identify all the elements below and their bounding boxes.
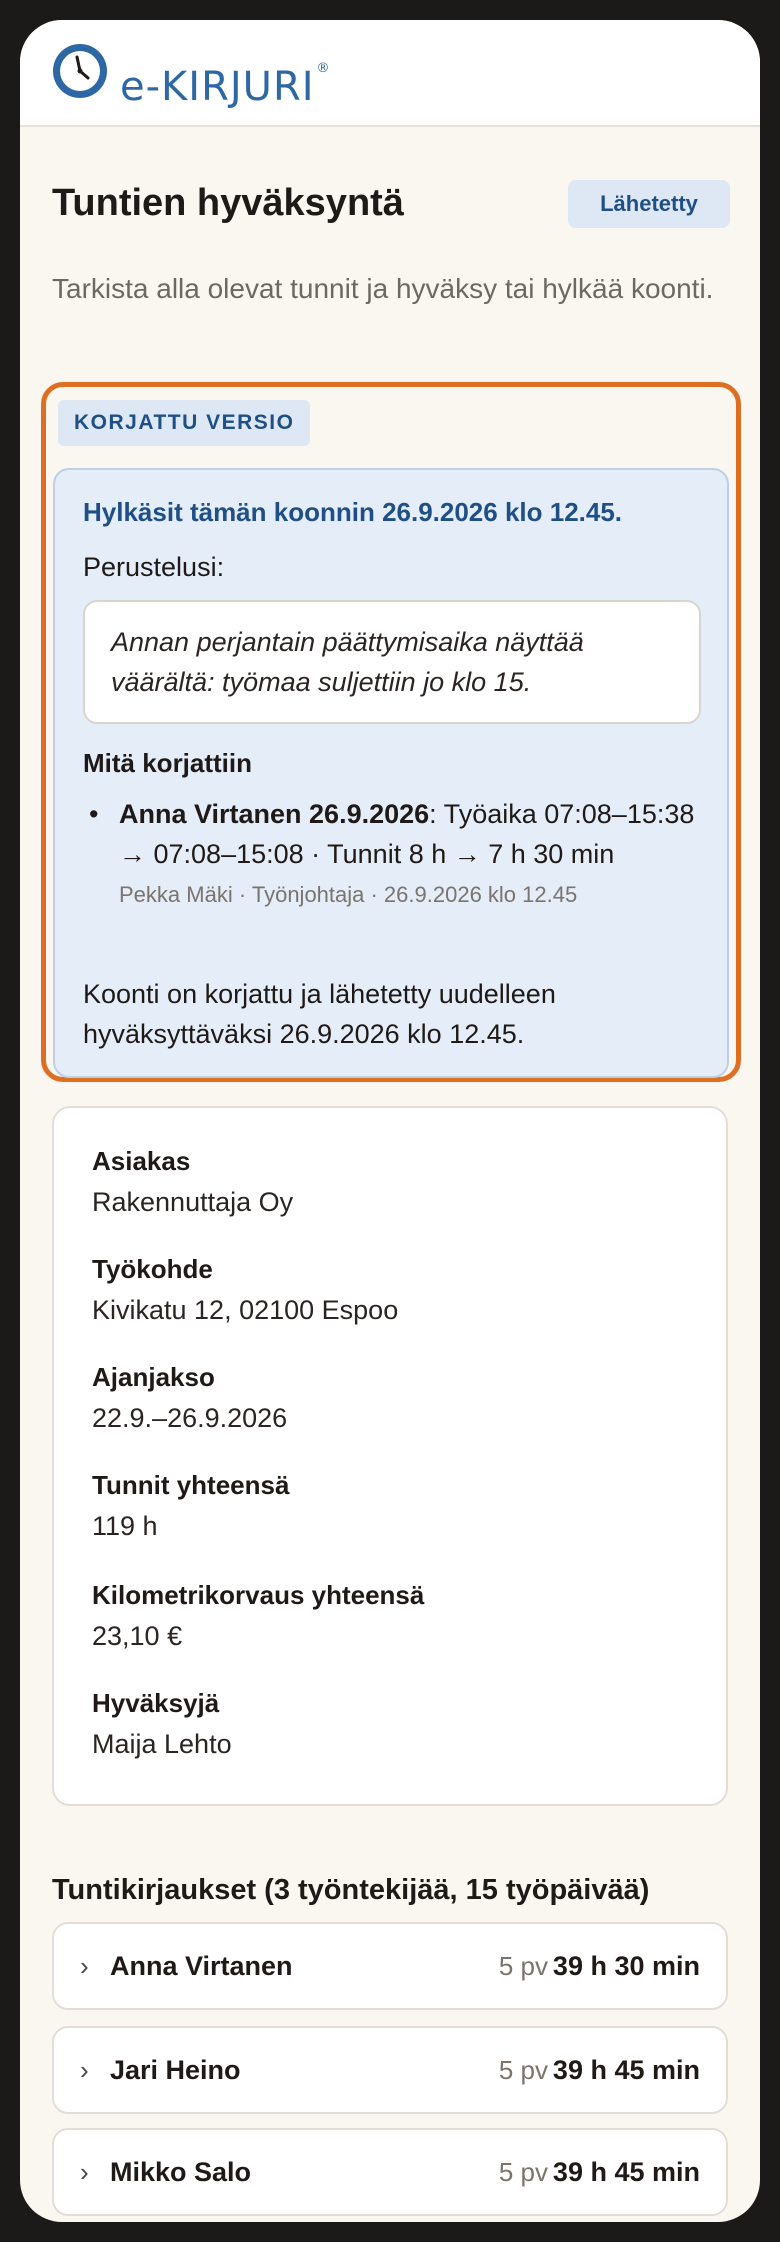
rejection-card: Hylkäsit tämän koonnin 26.9.2026 klo 12.… xyxy=(53,468,729,1078)
worker-days: 5 pv xyxy=(498,2157,548,2187)
worker-days: 5 pv xyxy=(498,2055,548,2085)
worker-row-mikko-salo[interactable]: › Mikko Salo 5 pv 39 h 45 min xyxy=(52,2128,728,2216)
fix-item: • Anna Virtanen 26.9.2026: Työaika 07:08… xyxy=(83,794,703,912)
clock-logo-icon xyxy=(53,44,107,98)
worker-row-anna-virtanen[interactable]: › Anna Virtanen 5 pv 39 h 30 min xyxy=(52,1922,728,2010)
fixes-list: • Anna Virtanen 26.9.2026: Työaika 07:08… xyxy=(83,794,703,912)
info-worksite: Työkohde Kivikatu 12, 02100 Espoo xyxy=(92,1252,692,1330)
device-frame: e-KIRJURI ® Tuntien hyväksyntä Lähetetty … xyxy=(0,0,780,2242)
reason-label: Perustelusi: xyxy=(83,552,225,582)
info-label: Tunnit yhteensä xyxy=(92,1470,290,1500)
info-label: Hyväksyjä xyxy=(92,1688,220,1718)
corrected-version-panel: KORJATTU VERSIO Hylkäsit tämän koonnin 2… xyxy=(41,382,741,1082)
info-value: Maija Lehto xyxy=(92,1729,232,1759)
info-value: Rakennuttaja Oy xyxy=(92,1187,294,1217)
fix-name-date: Anna Virtanen 26.9.2026 xyxy=(119,799,430,829)
info-label: Kilometrikorvaus yhteensä xyxy=(92,1580,425,1610)
fix-meta: Pekka Mäki · Työnjohtaja · 26.9.2026 klo… xyxy=(119,882,578,907)
info-label: Ajanjakso xyxy=(92,1362,215,1392)
worker-name: Jari Heino xyxy=(110,2055,241,2085)
worker-hours: 39 h 45 min xyxy=(552,2055,700,2085)
logo-wordmark: e-KIRJURI xyxy=(120,64,315,110)
corrected-version-tag: KORJATTU VERSIO xyxy=(58,400,311,446)
worker-days: 5 pv xyxy=(498,1951,548,1981)
info-value: 22.9.–26.9.2026 xyxy=(92,1403,288,1433)
info-approver: Hyväksyjä Maija Lehto xyxy=(92,1686,692,1764)
app-header: e-KIRJURI ® xyxy=(20,20,760,127)
info-value: 119 h xyxy=(92,1511,158,1541)
worker-hours: 39 h 30 min xyxy=(552,1951,700,1981)
info-label: Asiakas xyxy=(92,1146,191,1176)
resent-text: Koonti on korjattu ja lähetetty uudellee… xyxy=(83,979,556,1049)
logo-registered-mark: ® xyxy=(316,61,331,76)
info-period: Ajanjakso 22.9.–26.9.2026 xyxy=(92,1360,692,1438)
worker-name: Mikko Salo xyxy=(110,2157,252,2187)
info-total-hours: Tunnit yhteensä 119 h xyxy=(92,1468,692,1546)
info-value: 23,10 € xyxy=(92,1621,183,1651)
info-mileage: Kilometrikorvaus yhteensä 23,10 € xyxy=(92,1578,692,1656)
bullet-icon: • xyxy=(89,799,99,829)
info-customer: Asiakas Rakennuttaja Oy xyxy=(92,1144,692,1222)
summary-card: Asiakas Rakennuttaja Oy Työkohde Kivikat… xyxy=(52,1106,728,1806)
chevron-right-icon: › xyxy=(80,2055,89,2085)
info-label: Työkohde xyxy=(92,1254,213,1284)
worker-name: Anna Virtanen xyxy=(110,1951,293,1981)
status-badge: Lähetetty xyxy=(568,180,730,228)
page-title: Tuntien hyväksyntä xyxy=(52,182,404,224)
info-value: Kivikatu 12, 02100 Espoo xyxy=(92,1295,399,1325)
intro-text: Tarkista alla olevat tunnit ja hyväksy t… xyxy=(52,273,714,304)
chevron-right-icon: › xyxy=(80,1951,89,1981)
app-screen: e-KIRJURI ® Tuntien hyväksyntä Lähetetty … xyxy=(20,20,760,2222)
app-logo[interactable]: e-KIRJURI ® xyxy=(120,44,331,110)
entries-title: Tuntikirjaukset (3 työntekijää, 15 työpä… xyxy=(52,1874,650,1906)
worker-row-jari-heino[interactable]: › Jari Heino 5 pv 39 h 45 min xyxy=(52,2026,728,2114)
worker-hours: 39 h 45 min xyxy=(552,2157,700,2187)
rejection-heading: Hylkäsit tämän koonnin 26.9.2026 klo 12.… xyxy=(83,497,623,527)
chevron-right-icon: › xyxy=(80,2157,89,2187)
reason-text: Annan perjantain päättymisaika näyttää v… xyxy=(83,600,701,724)
fixes-heading: Mitä korjattiin xyxy=(83,748,253,778)
